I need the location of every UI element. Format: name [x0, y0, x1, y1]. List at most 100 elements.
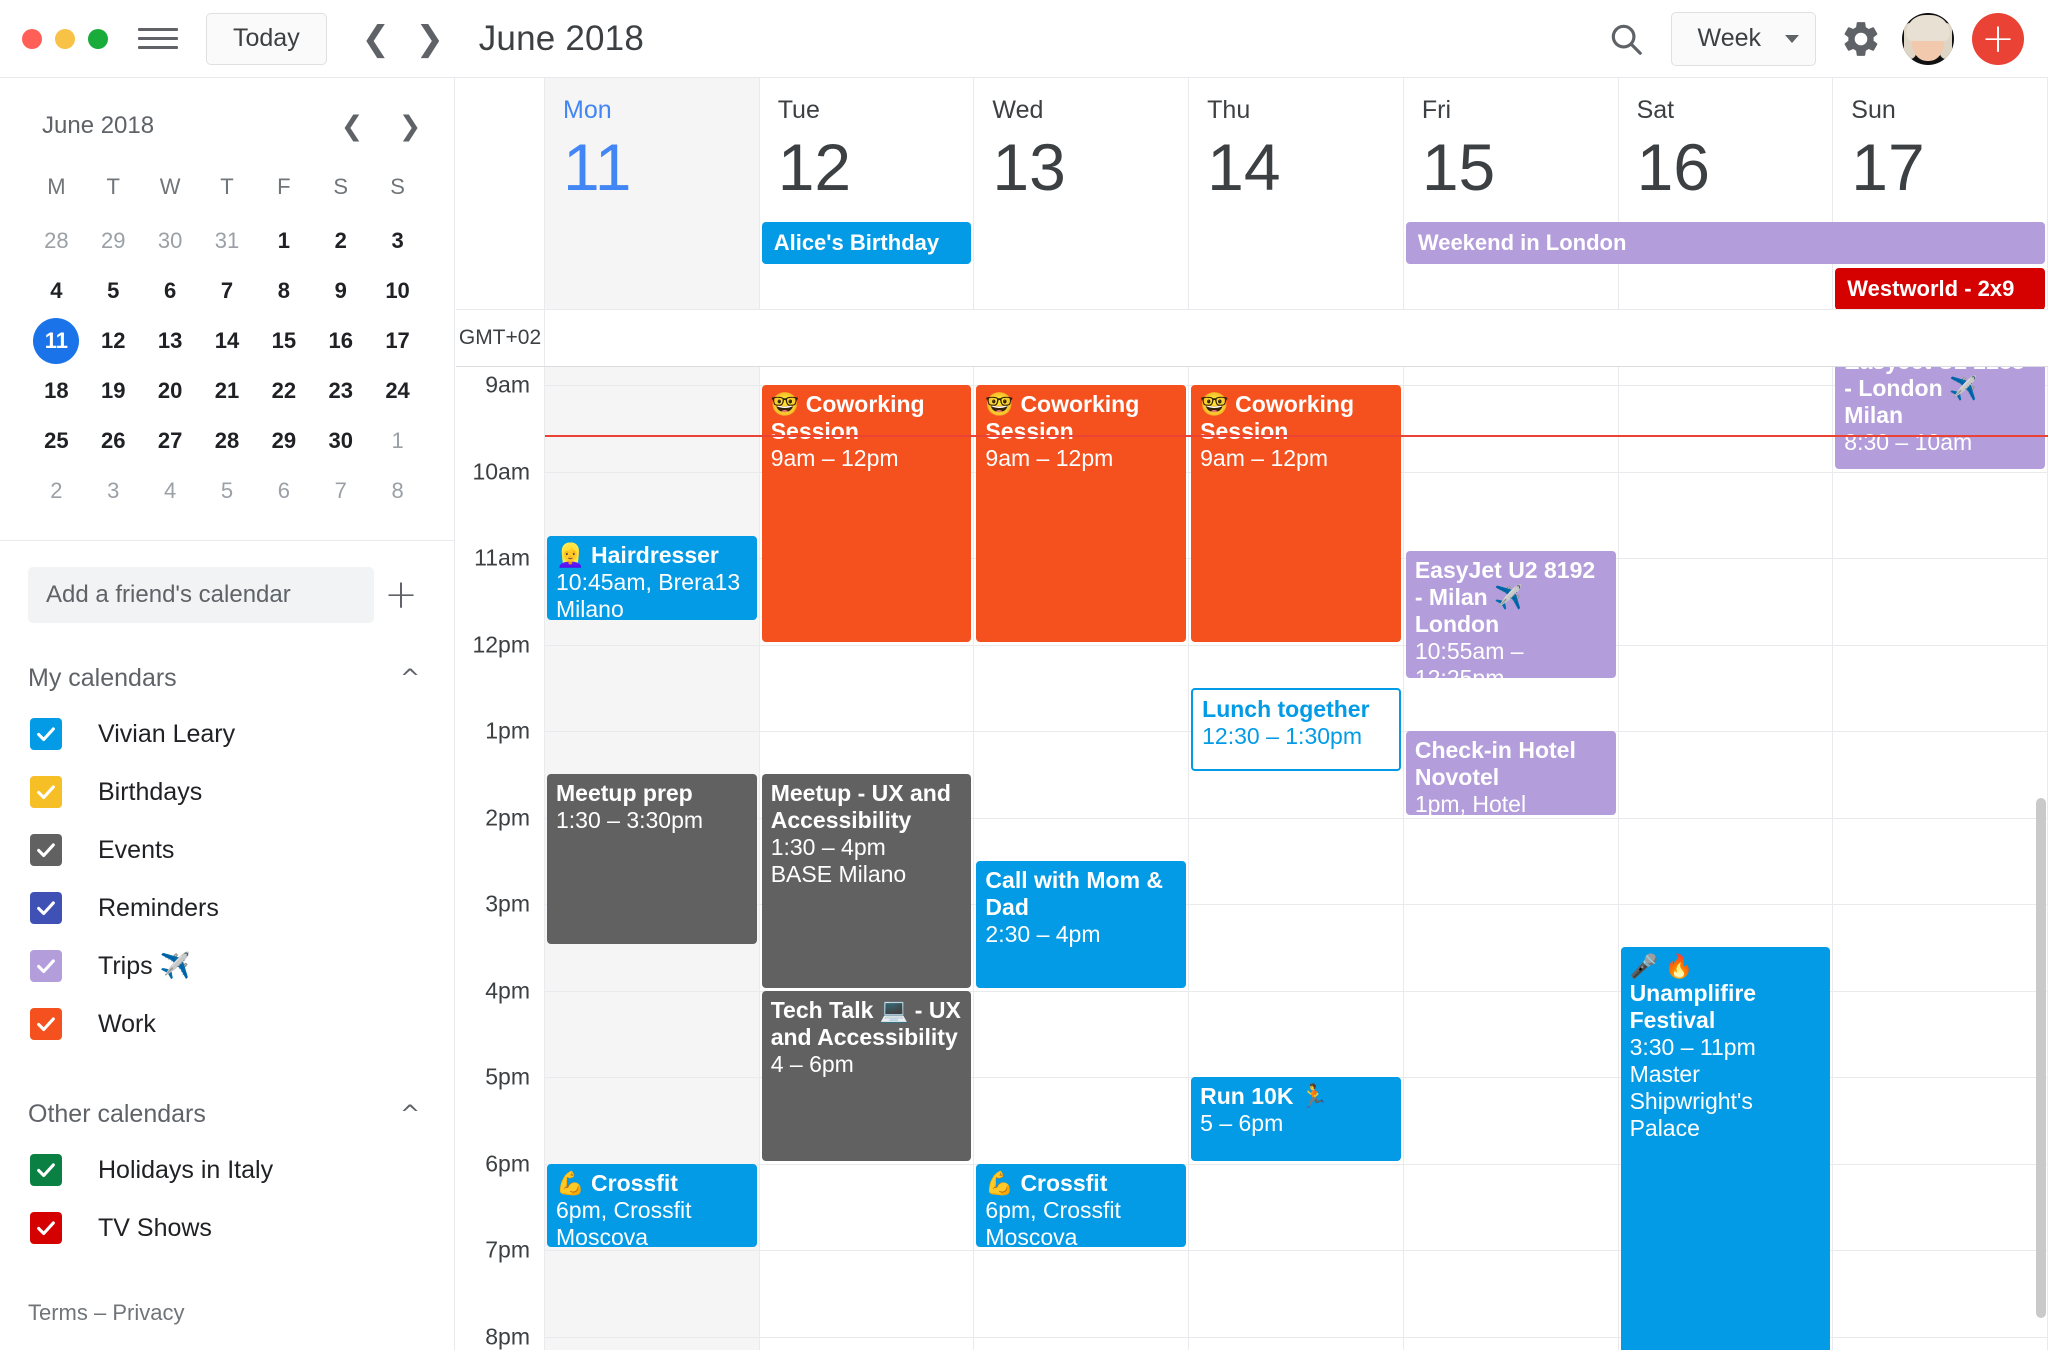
other-calendar-item[interactable]: TV Shows: [28, 1199, 428, 1257]
calendar-event[interactable]: EasyJet U2 8192 - Milan ✈️ London 10:55am…: [1405, 550, 1616, 678]
calendar-event[interactable]: Lunch together 12:30 – 1:30pm: [1191, 687, 1401, 772]
create-event-button[interactable]: +: [1972, 12, 2024, 65]
view-selector[interactable]: Week: [1670, 11, 1816, 66]
window-minimize-button[interactable]: [55, 28, 75, 49]
day-header-fri[interactable]: Fri 15: [1404, 78, 1619, 310]
calendar-event[interactable]: 🤓 Coworking Session 9am – 12pm: [761, 385, 972, 642]
chevron-up-icon[interactable]: ^: [392, 1096, 428, 1132]
mini-calendar-day[interactable]: 23: [318, 368, 364, 414]
chevron-left-icon[interactable]: ❮: [349, 12, 403, 66]
mini-calendar-day[interactable]: 31: [204, 218, 250, 264]
mini-calendar-day[interactable]: 5: [204, 468, 250, 514]
mini-calendar-day[interactable]: 1: [261, 218, 307, 264]
mini-calendar-day[interactable]: 3: [375, 218, 421, 264]
mini-calendar-day[interactable]: 6: [147, 268, 193, 314]
plus-icon[interactable]: +: [374, 568, 428, 622]
mini-calendar-day[interactable]: 25: [33, 418, 79, 464]
mini-calendar-day[interactable]: 3: [90, 468, 136, 514]
mini-calendar-day[interactable]: 22: [261, 368, 307, 414]
checkbox-icon[interactable]: [30, 1008, 62, 1040]
mini-calendar-day[interactable]: 29: [90, 218, 136, 264]
chevron-right-icon[interactable]: ❯: [403, 12, 457, 66]
day-header-sat[interactable]: Sat 16: [1619, 78, 1834, 310]
mini-calendar-day[interactable]: 19: [90, 368, 136, 414]
mini-calendar-day[interactable]: 5: [90, 268, 136, 314]
mini-calendar-day[interactable]: 6: [261, 468, 307, 514]
checkbox-icon[interactable]: [30, 776, 62, 808]
mini-calendar-day[interactable]: 16: [318, 318, 364, 364]
mini-calendar-day[interactable]: 8: [261, 268, 307, 314]
day-column-sun[interactable]: [1833, 367, 2048, 1350]
calendar-event[interactable]: Run 10K 🏃 5 – 6pm: [1191, 1077, 1401, 1161]
calendar-event[interactable]: 🤓 Coworking Session 9am – 12pm: [1191, 385, 1401, 642]
gear-icon[interactable]: [1830, 8, 1892, 70]
calendar-event[interactable]: Meetup prep 1:30 – 3:30pm: [547, 774, 757, 945]
checkbox-icon[interactable]: [30, 834, 62, 866]
other-calendar-item[interactable]: Holidays in Italy: [28, 1141, 428, 1199]
window-maximize-button[interactable]: [88, 28, 108, 49]
mini-calendar-day[interactable]: 13: [147, 318, 193, 364]
checkbox-icon[interactable]: [30, 1212, 62, 1244]
footer-links[interactable]: Terms – Privacy: [28, 1300, 184, 1326]
day-header-thu[interactable]: Thu 14: [1189, 78, 1404, 310]
day-header-mon[interactable]: Mon 11: [545, 78, 760, 310]
my-calendar-item[interactable]: Work: [28, 995, 428, 1053]
search-icon[interactable]: [1595, 8, 1657, 70]
mini-calendar-day[interactable]: 1: [375, 418, 421, 464]
all-day-event[interactable]: Westworld - 2x9: [1835, 268, 2045, 310]
menu-icon[interactable]: [138, 19, 178, 59]
mini-calendar-day[interactable]: 7: [318, 468, 364, 514]
add-friend-input[interactable]: [28, 567, 374, 623]
mini-calendar-next-icon[interactable]: ❯: [390, 106, 430, 146]
checkbox-icon[interactable]: [30, 892, 62, 924]
mini-calendar-day-selected[interactable]: 11: [33, 318, 80, 364]
mini-calendar-day[interactable]: 4: [33, 268, 79, 314]
calendar-event[interactable]: Call with Mom & Dad 2:30 – 4pm: [976, 860, 1187, 988]
calendar-event[interactable]: Tech Talk 💻 - UX and Accessibility 4 – 6p…: [761, 990, 972, 1161]
today-button[interactable]: Today: [206, 12, 327, 65]
mini-calendar-day[interactable]: 14: [204, 318, 250, 364]
checkbox-icon[interactable]: [30, 950, 62, 982]
calendar-event[interactable]: 💪 Crossfit 6pm, Crossfit Moscova: [976, 1163, 1187, 1247]
calendar-event[interactable]: Meetup - UX and Accessibility 1:30 – 4pm B…: [761, 774, 972, 988]
day-header-tue[interactable]: Tue 12: [760, 78, 975, 310]
calendar-event[interactable]: 👱‍♀️ Hairdresser 10:45am, Brera13 Milano: [547, 536, 757, 620]
mini-calendar-day[interactable]: 10: [375, 268, 421, 314]
mini-calendar-day[interactable]: 20: [147, 368, 193, 414]
mini-calendar-day[interactable]: 2: [33, 468, 79, 514]
mini-calendar-day[interactable]: 17: [375, 318, 421, 364]
mini-calendar-day[interactable]: 8: [375, 468, 421, 514]
mini-calendar-day[interactable]: 2: [318, 218, 364, 264]
mini-calendar-day[interactable]: 28: [33, 218, 79, 264]
day-header-wed[interactable]: Wed 13: [974, 78, 1190, 310]
mini-calendar-day[interactable]: 27: [147, 418, 193, 464]
my-calendar-item[interactable]: Events: [28, 821, 428, 879]
my-calendar-item[interactable]: Birthdays: [28, 763, 428, 821]
my-calendar-item[interactable]: Vivian Leary: [28, 705, 428, 763]
other-calendars-header[interactable]: Other calendars ^: [28, 1087, 428, 1141]
calendar-event[interactable]: EasyJet U2 2283 - London ✈️ Milan8:30 – …: [1835, 367, 2045, 469]
mini-calendar-day[interactable]: 12: [90, 318, 136, 364]
mini-calendar-prev-icon[interactable]: ❮: [332, 106, 372, 146]
calendar-event[interactable]: 🤓 Coworking Session 9am – 12pm: [976, 385, 1187, 642]
my-calendar-item[interactable]: Reminders: [28, 879, 428, 937]
avatar[interactable]: [1902, 12, 1954, 65]
vertical-scrollbar[interactable]: [2036, 798, 2046, 1318]
mini-calendar-day[interactable]: 4: [147, 468, 193, 514]
calendar-event[interactable]: 🎤 🔥 Unamplifire Festival 3:30 – 11pm Maste…: [1620, 947, 1831, 1350]
mini-calendar-day[interactable]: 30: [318, 418, 364, 464]
mini-calendar-day[interactable]: 29: [261, 418, 307, 464]
calendar-event[interactable]: Check-in Hotel Novotel1pm, Hotel Novotel…: [1405, 731, 1616, 815]
mini-calendar-day[interactable]: 15: [261, 318, 307, 364]
chevron-up-icon[interactable]: ^: [392, 660, 428, 696]
mini-calendar-day[interactable]: 28: [204, 418, 250, 464]
mini-calendar-day[interactable]: 21: [204, 368, 250, 414]
checkbox-icon[interactable]: [30, 718, 62, 750]
mini-calendar-day[interactable]: 18: [33, 368, 79, 414]
all-day-event[interactable]: Weekend in London: [1405, 222, 2045, 264]
mini-calendar-day[interactable]: 7: [204, 268, 250, 314]
mini-calendar-day[interactable]: 24: [375, 368, 421, 414]
window-close-button[interactable]: [22, 28, 42, 49]
calendar-event[interactable]: 💪 Crossfit 6pm, Crossfit Moscova: [547, 1163, 757, 1247]
day-column-fri[interactable]: [1404, 367, 1619, 1350]
